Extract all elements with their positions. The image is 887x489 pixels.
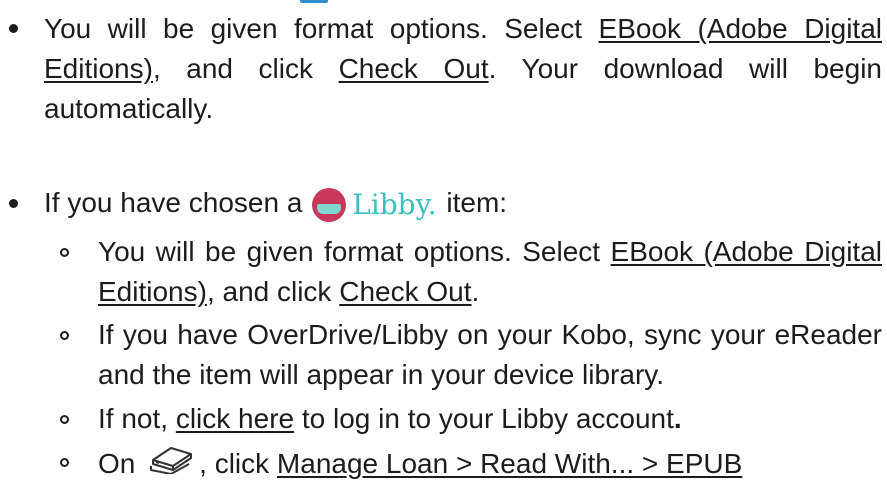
sub-bullet (60, 331, 69, 340)
instruction-item-format: You will be given format options. Select… (9, 9, 882, 129)
click-here-link[interactable]: click here (176, 403, 294, 434)
manage-loan-link[interactable]: Manage Loan > Read With... > EPUB (277, 448, 742, 479)
sub-item-format-options: You will be given format options. Select… (60, 232, 882, 312)
libby-logo-icon (312, 187, 347, 222)
instruction-text: If you have OverDrive/Libby on your Kobo… (98, 319, 882, 390)
instruction-text: , click (199, 447, 277, 479)
sub-item-manage-loan: On , click Manage Loan > Read With... > … (60, 442, 882, 489)
check-out-link[interactable]: Check Out (339, 53, 489, 84)
instruction-item-libby: If you have chosen a Libby. item: (9, 183, 882, 225)
instruction-text: If you have chosen a (44, 187, 311, 218)
sub-item-login: If not, click here to log in to your Lib… (60, 399, 882, 439)
instruction-text: , and click (206, 276, 340, 307)
sub-bullet (60, 248, 69, 257)
cropped-icon-fragment (300, 0, 328, 3)
bullet (9, 24, 18, 33)
instruction-text: If not, (98, 403, 176, 434)
bullet (9, 199, 18, 208)
instruction-text: On (98, 447, 144, 479)
instruction-text: You will be given format options. Select (98, 236, 611, 267)
sub-bullet (60, 458, 69, 467)
instruction-text: , and click (152, 53, 339, 84)
check-out-link[interactable]: Check Out (339, 276, 471, 307)
libby-logo: Libby. (312, 185, 437, 225)
instruction-text: . (673, 403, 682, 434)
instruction-text: item: (438, 187, 508, 218)
instruction-text: to log in to your Libby account (294, 403, 674, 434)
instruction-text: . (471, 276, 480, 307)
libby-logo-text: Libby. (352, 187, 437, 221)
sub-bullet (60, 415, 69, 424)
bookshelf-icon (147, 442, 195, 485)
instruction-text: You will be given format options. Select (44, 13, 599, 44)
sub-item-sync-kobo: If you have OverDrive/Libby on your Kobo… (60, 315, 882, 395)
